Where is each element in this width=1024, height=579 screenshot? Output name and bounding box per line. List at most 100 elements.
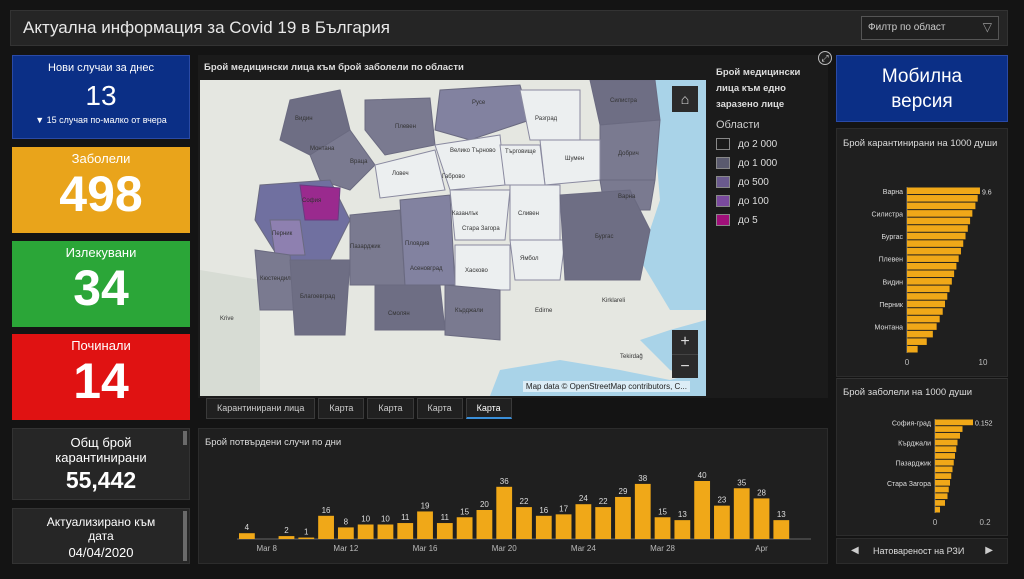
tab-map-1[interactable]: Карта (318, 398, 365, 419)
daily-bar (634, 483, 651, 539)
hbar (935, 500, 945, 506)
legend-swatch (716, 214, 730, 226)
daily-bar-label: 16 (539, 506, 548, 515)
daily-bar-label: 24 (579, 494, 588, 503)
daily-bar-label: 19 (421, 501, 430, 510)
hbar (907, 255, 959, 262)
chevron-down-icon: ▽ (982, 20, 992, 34)
hbar-x-tick: 10 (979, 358, 988, 367)
bulgaria-map[interactable]: Видин Плевен Ловеч Враца Монтана Русе Си… (200, 80, 706, 396)
legend-title: Брой медицински лица към едно заразено л… (716, 67, 801, 110)
hbar-category: Бургас (881, 234, 903, 241)
infected-per-1000-panel: Брой заболели на 1000 души София-град Кър… (836, 378, 1008, 536)
hbar (907, 278, 952, 285)
legend-label: до 500 (738, 176, 769, 188)
daily-bar (575, 504, 592, 539)
legend-label: до 5 (738, 214, 758, 226)
hbar-category: Видин (883, 279, 904, 286)
quarantined-value: 55,442 (65, 467, 137, 493)
map-label: Пловдив (405, 241, 429, 247)
map-title: Брой медицински лица към брой заболели п… (204, 62, 464, 73)
region-smolyan[interactable] (374, 284, 446, 331)
scrollbar[interactable] (183, 511, 187, 561)
map-label: Ловеч (392, 171, 409, 177)
region-pernik[interactable] (269, 219, 306, 256)
legend-label: до 1 000 (738, 157, 778, 169)
hbar (935, 419, 973, 426)
tab-map-3[interactable]: Карта (416, 398, 463, 419)
expand-icon[interactable]: ⤢ (818, 51, 832, 65)
daily-bar (417, 511, 433, 539)
daily-x-tick: Apr (755, 544, 768, 553)
region-shumen[interactable] (539, 139, 601, 186)
hbar (907, 270, 955, 278)
map-label: Разград (535, 116, 558, 122)
tab-quarantined[interactable]: Карантинирани лица (206, 398, 316, 419)
hbar (907, 285, 950, 293)
daily-bar (516, 507, 532, 539)
hbar-category: Варна (883, 189, 903, 196)
daily-bar (555, 514, 572, 539)
updated-label: Актуализирано към дата (46, 515, 156, 543)
chevron-right-icon[interactable]: ▶ (985, 545, 993, 556)
zoom-out-button[interactable]: − (672, 354, 698, 378)
hbar (907, 240, 964, 247)
hbar (907, 247, 961, 255)
legend-item: до 5 (716, 214, 820, 226)
map-attribution: Map data © OpenStreetMap contributors, C… (522, 381, 690, 392)
daily-bar (674, 520, 691, 539)
deceased-value: 14 (73, 353, 129, 409)
hbar-category: Перник (879, 302, 904, 309)
map-view[interactable]: Видин Плевен Ловеч Враца Монтана Русе Си… (200, 80, 706, 396)
hbar (907, 217, 971, 225)
mobile-version-button[interactable]: Мобилна версия (836, 55, 1008, 122)
daily-bar (298, 537, 315, 539)
daily-bar (377, 524, 394, 539)
region-dobrich[interactable] (599, 119, 661, 181)
map-label: Велико Търново (450, 148, 496, 154)
daily-bar-label: 8 (344, 517, 349, 526)
legend-item: до 500 (716, 176, 820, 188)
map-label: Шумен (565, 156, 584, 162)
daily-x-tick: Mar 24 (571, 544, 596, 553)
tab-map-4[interactable]: Карта (465, 398, 512, 419)
hbar (935, 479, 950, 486)
legend-swatch (716, 176, 730, 188)
hbar (935, 486, 949, 493)
region-razgrad[interactable] (519, 89, 581, 141)
quarantined-label: Общ брой карантинирани (55, 435, 147, 465)
map-label: Смолян (388, 311, 410, 317)
filter-label: Филтр по област (868, 22, 946, 33)
daily-cases-chart: 4 2 1 16 8 10 10 11 19 11 15 20 36 22 16 17 24 22 29 38 15 13… (237, 471, 811, 553)
legend-item: до 2 000 (716, 138, 820, 150)
hbar (907, 300, 945, 308)
daily-bar (496, 486, 513, 539)
hbar (935, 473, 952, 479)
daily-bar-label: 10 (361, 515, 370, 524)
map-label: Силистра (610, 98, 638, 104)
daily-bar-label: 38 (638, 474, 647, 483)
hbar-x-tick: 0 (933, 518, 938, 527)
tab-map-2[interactable]: Карта (367, 398, 414, 419)
zoom-in-button[interactable]: + (672, 330, 698, 354)
daily-bar-label: 13 (678, 510, 687, 519)
region-filter-dropdown[interactable]: Филтр по област ▽ (861, 16, 999, 40)
hbar (935, 466, 953, 473)
daily-bar-label: 1 (304, 528, 309, 537)
home-button[interactable]: ⌂ (672, 86, 698, 112)
infected-per-1000-chart: София-град Кърджали Пазарджик Стара Загора 0… (887, 419, 993, 527)
daily-x-tick: Mar 16 (413, 544, 438, 553)
chevron-left-icon[interactable]: ◀ (851, 545, 859, 556)
daily-bar (595, 507, 612, 539)
hbar-category: София-град (892, 420, 931, 427)
daily-x-tick: Mar 20 (492, 544, 517, 553)
quarantined-per-1000-panel: Брой карантинирани на 1000 души Варна Сил… (836, 128, 1008, 377)
hbar (907, 330, 933, 338)
hbar (935, 432, 960, 439)
daily-x-tick: Mar 12 (333, 544, 358, 553)
scrollbar[interactable] (183, 431, 187, 445)
daily-bar-label: 40 (698, 471, 707, 480)
quarantined-card: Общ брой карантинирани 55,442 (12, 428, 190, 500)
map-label: Монтана (310, 146, 335, 152)
daily-bar-label: 22 (520, 497, 529, 506)
